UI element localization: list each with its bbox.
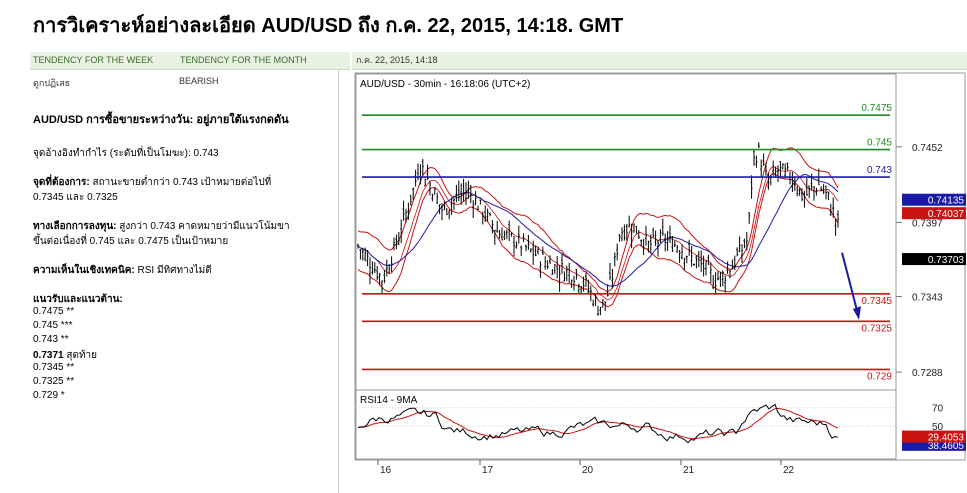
alternative-text-1: สูงกว่า 0.743 คาดหมายว่ามีแนวโน้มขา [116, 221, 290, 232]
trend-value: BEARISH [179, 76, 219, 86]
y-tick-label: 0.7343 [912, 293, 943, 304]
alternative-line-2: ขึ้นต่อเนื่องที่ 0.745 และ 0.7475 เป็นเป… [33, 236, 229, 247]
x-tick-label: 20 [582, 465, 594, 476]
rsi-title: RSI14 - 9MA [360, 395, 418, 406]
preference-line-2: 0.7345 และ 0.7325 [33, 192, 118, 203]
level-item: 0.7371 สุดท้าย [33, 348, 97, 363]
price-chart: 0.74520.73970.73430.72887050 0.74750.745… [354, 72, 966, 476]
comment-text: RSI มีทิศทางไม่ดี [134, 265, 212, 276]
level-item: 0.743 ** [33, 334, 69, 345]
rsi-tick-label: 70 [932, 404, 944, 415]
level-item: 0.7475 ** [33, 306, 74, 317]
header-date: ก.ค. 22, 2015, 14:18 [356, 55, 438, 65]
level-suffix: สุดท้าย [63, 350, 98, 361]
alternative-label: ทางเลือกการลงทุน: [33, 221, 117, 232]
date-header: ก.ค. 22, 2015, 14:18 [352, 52, 967, 70]
level-value: 0.7475 ** [33, 306, 75, 317]
month-tendency-label: TENDENCY FOR THE MONTH [180, 55, 307, 65]
week-tendency-label: TENDENCY FOR THE WEEK [33, 55, 154, 65]
level-label: 0.7325 [861, 323, 892, 334]
price-tag-label: 0.73703 [928, 255, 965, 266]
price-tag-label: 0.74037 [928, 209, 965, 220]
tendency-header: TENDENCY FOR THE WEEK TENDENCY FOR THE M… [30, 52, 350, 70]
price-tag-label: 0.74135 [928, 196, 965, 207]
chart-title: AUD/USD - 30min - 16:18:06 (UTC+2) [360, 79, 530, 90]
level-value: 0.729 * [33, 390, 65, 401]
level-label: 0.729 [867, 371, 892, 382]
level-value: 0.7345 ** [33, 362, 75, 373]
comment-label: ความเห็นในเชิงเทคนิค: [33, 265, 135, 276]
level-label: 0.743 [867, 165, 892, 176]
level-item: 0.7325 ** [33, 376, 74, 387]
headline: AUD/USD การซื้อขายระหว่างวัน: อยู่ภายใต้… [33, 114, 289, 126]
level-item: 0.745 *** [33, 320, 72, 331]
y-tick-label: 0.7288 [912, 368, 943, 379]
alternative-line-1: ทางเลือกการลงทุน: สูงกว่า 0.743 คาดหมายว… [33, 219, 290, 234]
trend-label: ดูกปฏิเสธ [33, 78, 71, 88]
page-title: การวิเคราะห์อย่างละเอียด AUD/USD ถึง ก.ค… [33, 15, 624, 37]
level-value: 0.7371 [33, 350, 64, 361]
divider [338, 70, 339, 493]
level-value: 0.7325 ** [33, 376, 75, 387]
preference-line-1: จุดที่ต้องการ: สถานะขายต่ำกว่า 0.743 เป้… [33, 175, 271, 190]
x-tick-label: 21 [683, 465, 695, 476]
rsi-value-label: 29.4053 [928, 433, 965, 444]
level-item: 0.7345 ** [33, 362, 74, 373]
y-tick-label: 0.7452 [912, 143, 943, 154]
preference-text-1: สถานะขายต่ำกว่า 0.743 เป้าหมายต่อไปที่ [89, 177, 272, 188]
level-value: 0.745 *** [33, 320, 73, 331]
price-panel [355, 73, 897, 391]
level-label: 0.7475 [861, 103, 892, 114]
levels-title: แนวรับและแนวต้าน: [33, 294, 123, 305]
level-label: 0.745 [867, 138, 892, 149]
level-value: 0.743 ** [33, 334, 69, 345]
x-tick-label: 22 [783, 465, 795, 476]
x-tick-label: 16 [380, 465, 392, 476]
preference-label: จุดที่ต้องการ: [33, 177, 90, 188]
pivot-text: จุดอ้างอิงทำกำไร (ระดับที่เป็นโมฆะ): 0.7… [33, 148, 219, 159]
comment-line: ความเห็นในเชิงเทคนิค: RSI มีทิศทางไม่ดี [33, 263, 212, 278]
level-item: 0.729 * [33, 390, 65, 401]
level-label: 0.7345 [861, 296, 892, 307]
x-tick-label: 17 [482, 465, 494, 476]
